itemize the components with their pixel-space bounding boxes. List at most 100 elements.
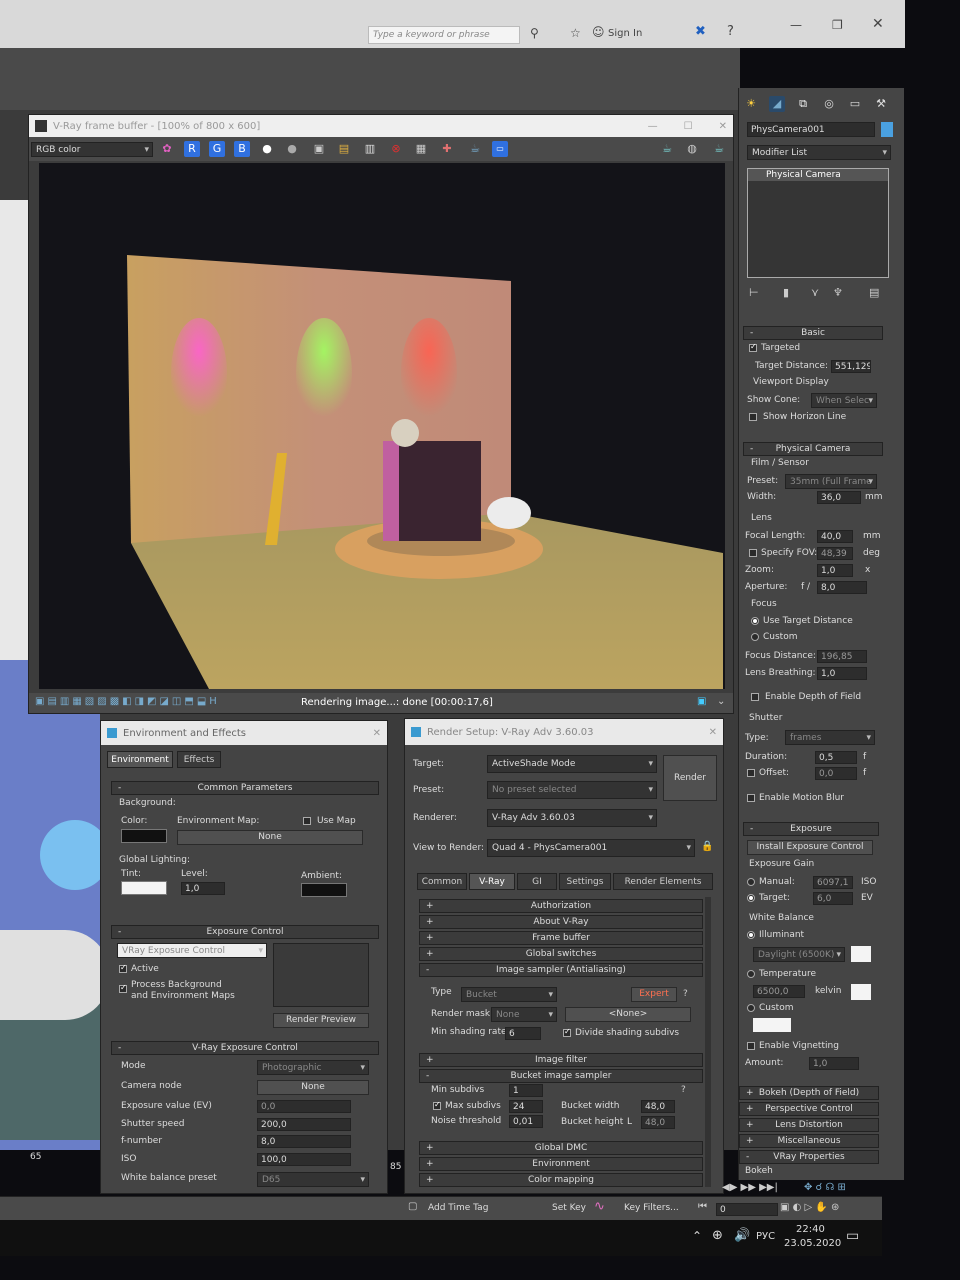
aperture-field[interactable]: 8,0	[817, 581, 867, 594]
volume-icon[interactable]: 🔊	[734, 1228, 750, 1243]
ambient-swatch[interactable]	[301, 883, 347, 897]
rollout-physical-camera[interactable]: - Physical Camera	[743, 442, 883, 456]
clock-time[interactable]: 22:40	[796, 1224, 825, 1235]
sign-in-link[interactable]: Sign In	[608, 28, 642, 39]
install-exposure-button[interactable]: Install Exposure Control	[747, 840, 873, 855]
color-channels-icon[interactable]: ✿	[159, 141, 175, 157]
tab-settings[interactable]: Settings	[559, 873, 611, 890]
rollout-global-switches[interactable]: + Global switches	[419, 947, 703, 961]
max-subdivs-checkbox[interactable]	[433, 1100, 441, 1110]
rollout-bucket-sampler[interactable]: - Bucket image sampler	[419, 1069, 703, 1083]
show-end-icon[interactable]: ▮	[783, 286, 789, 299]
focus-distance-field[interactable]: 196,85	[817, 650, 867, 663]
green-channel-button[interactable]: G	[209, 141, 225, 157]
key-filters-button[interactable]: Key Filters...	[624, 1203, 679, 1213]
display-tab-icon[interactable]: ▭	[847, 96, 863, 112]
vfb-minimize-icon[interactable]: —	[648, 121, 658, 132]
track-mouse-icon[interactable]: ✚	[439, 141, 455, 157]
close-icon[interactable]: ✕	[872, 16, 884, 32]
offset-field[interactable]: 0,0	[815, 767, 857, 780]
render-setup-scrollbar[interactable]	[705, 897, 711, 1187]
stack-item-physical-camera[interactable]: Physical Camera	[748, 169, 888, 181]
rollout-about-vray[interactable]: + About V-Ray	[419, 915, 703, 929]
background-color-swatch[interactable]	[121, 829, 167, 843]
sampler-type-select[interactable]: Bucket ▾	[461, 987, 557, 1002]
teapot-render-icon[interactable]: ☕	[711, 141, 727, 157]
load-icon[interactable]: ▤	[336, 141, 352, 157]
specify-fov-checkbox[interactable]	[749, 549, 757, 557]
modifier-list[interactable]: Modifier List ▾	[747, 145, 891, 160]
rollout-common-params[interactable]: - Common Parameters	[111, 781, 379, 795]
rollout-environment[interactable]: + Environment	[419, 1157, 703, 1171]
temperature-swatch[interactable]	[851, 984, 871, 1000]
go-start-icon[interactable]: ⏮	[698, 1201, 707, 1212]
divide-shading-checkbox[interactable]	[563, 1027, 571, 1037]
mode-select[interactable]: Photographic ▾	[257, 1060, 369, 1075]
object-color-swatch[interactable]	[881, 122, 893, 137]
modify-tab-icon[interactable]: ◢	[769, 96, 785, 112]
add-time-tag[interactable]: Add Time Tag	[428, 1203, 488, 1213]
rollout-miscellaneous[interactable]: + Miscellaneous	[739, 1134, 879, 1148]
language-indicator[interactable]: РУС	[756, 1231, 775, 1242]
search-box[interactable]: Type a keyword or phrase	[368, 26, 520, 44]
render-preview-button[interactable]: Render Preview	[273, 1013, 369, 1028]
rollout-perspective[interactable]: + Perspective Control	[739, 1102, 879, 1116]
modifier-stack[interactable]: Physical Camera	[747, 168, 889, 278]
rollout-basic[interactable]: - Basic	[743, 326, 883, 340]
width-field[interactable]: 36,0	[817, 491, 861, 504]
save-icon[interactable]: ▣	[311, 141, 327, 157]
help-icon[interactable]: ?	[727, 24, 734, 39]
env-close-icon[interactable]: ✕	[373, 728, 381, 739]
tab-gi[interactable]: GI	[517, 873, 557, 890]
render-button[interactable]: Render	[663, 755, 717, 801]
vfb-expand-icon[interactable]: ▣	[697, 696, 706, 707]
favorites-icon[interactable]: ☆	[570, 26, 581, 40]
configure-icon[interactable]: ▤	[869, 286, 879, 299]
teapot-icon[interactable]: ☕	[659, 141, 675, 157]
object-name-field[interactable]: PhysCamera001	[747, 122, 875, 137]
pin-stack-icon[interactable]: ⊢	[749, 286, 759, 299]
lens-breathing-field[interactable]: 1,0	[817, 667, 867, 680]
notifications-icon[interactable]: ▭	[846, 1228, 859, 1244]
user-icon[interactable]: ☺	[592, 25, 605, 39]
wb-preset-select[interactable]: D65 ▾	[257, 1172, 369, 1187]
max-subdivs-field[interactable]: 24	[509, 1100, 543, 1113]
status-icons[interactable]: ▣▤▥▦▧▨▩◧◨◩◪◫⬒⬓H	[35, 696, 220, 707]
fov-field[interactable]: 48,39	[817, 547, 853, 560]
shutter-speed-field[interactable]: 200,0	[257, 1118, 351, 1131]
exchange-icon[interactable]: ✖	[695, 24, 706, 39]
clock-date[interactable]: 23.05.2020	[784, 1238, 841, 1249]
illuminant-select[interactable]: Daylight (6500K) ▾	[753, 947, 845, 962]
rollout-image-sampler[interactable]: - Image sampler (Antialiasing)	[419, 963, 703, 977]
bucket-width-field[interactable]: 48,0	[641, 1100, 675, 1113]
zoom-field[interactable]: 1,0	[817, 564, 853, 577]
noise-threshold-field[interactable]: 0,01	[509, 1115, 543, 1128]
utilities-tab-icon[interactable]: ⚒	[873, 96, 889, 112]
duration-field[interactable]: 0,5	[815, 751, 857, 764]
rollout-lens-distortion[interactable]: + Lens Distortion	[739, 1118, 879, 1132]
env-map-button[interactable]: None	[177, 830, 363, 845]
render-mask-none-button[interactable]: <None>	[565, 1007, 691, 1022]
hierarchy-tab-icon[interactable]: ⧉	[795, 96, 811, 112]
sensor-preset-select[interactable]: 35mm (Full Frame ▾	[785, 474, 877, 489]
temperature-field[interactable]: 6500,0	[753, 985, 805, 998]
min-subdivs-field[interactable]: 1	[509, 1084, 543, 1097]
vfb-maximize-icon[interactable]: ☐	[684, 121, 693, 132]
current-frame-field[interactable]: 0	[716, 1203, 778, 1216]
viewport-nav-icons[interactable]: ✥ ☌ ☊ ⊞	[804, 1182, 846, 1193]
minimize-icon[interactable]: —	[790, 18, 802, 32]
clear-icon[interactable]: ▥	[362, 141, 378, 157]
min-shading-field[interactable]: 6	[505, 1027, 541, 1040]
rollout-global-dmc[interactable]: + Global DMC	[419, 1141, 703, 1155]
view-to-render-select[interactable]: Quad 4 - PhysCamera001 ▾	[487, 839, 695, 857]
ev-field[interactable]: 0,0	[257, 1100, 351, 1113]
use-map-checkbox[interactable]	[303, 817, 311, 825]
vfb-collapse-icon[interactable]: ⌄	[717, 696, 725, 707]
custom-focus-radio[interactable]	[751, 633, 759, 641]
show-horizon-checkbox[interactable]	[749, 413, 757, 421]
bucket-help-icon[interactable]: ?	[681, 1085, 686, 1095]
render-icon[interactable]: ☕	[467, 141, 483, 157]
region-icon[interactable]: ▦	[413, 141, 429, 157]
motion-tab-icon[interactable]: ◎	[821, 96, 837, 112]
prev-frame-icon[interactable]: ◀▶ ▶▶ ▶▶|	[722, 1182, 778, 1193]
